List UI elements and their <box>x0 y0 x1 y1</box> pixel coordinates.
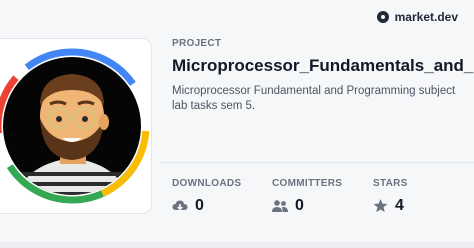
stat-value: 0 <box>295 197 304 214</box>
stat-label: DOWNLOADS <box>172 178 242 189</box>
project-title[interactable]: Microprocessor_Fundamentals_and_Pr <box>172 56 474 76</box>
users-icon <box>272 200 288 212</box>
stat-downloads: DOWNLOADS 0 <box>172 178 241 215</box>
bottom-bar <box>0 242 474 248</box>
brand[interactable]: market.dev <box>376 10 458 24</box>
stat-label: COMMITTERS <box>272 178 343 189</box>
project-card-page: market.dev PROJECT Microprocessor_Fundam… <box>0 0 474 248</box>
brand-name: market.dev <box>394 10 458 24</box>
star-icon <box>373 199 388 213</box>
cloud-download-icon <box>172 200 188 211</box>
avatar <box>0 48 150 204</box>
market-dev-logo-icon <box>376 11 389 23</box>
stat-value: 0 <box>195 197 204 214</box>
divider <box>160 162 474 163</box>
stat-stars: STARS 4 <box>373 178 408 215</box>
stat-label: STARS <box>373 178 408 189</box>
stat-committers: COMMITTERS 0 <box>272 178 342 215</box>
project-description: Microprocessor Fundamental and Programmi… <box>172 85 456 112</box>
section-kicker: PROJECT <box>172 38 222 49</box>
stat-value: 4 <box>395 197 404 214</box>
